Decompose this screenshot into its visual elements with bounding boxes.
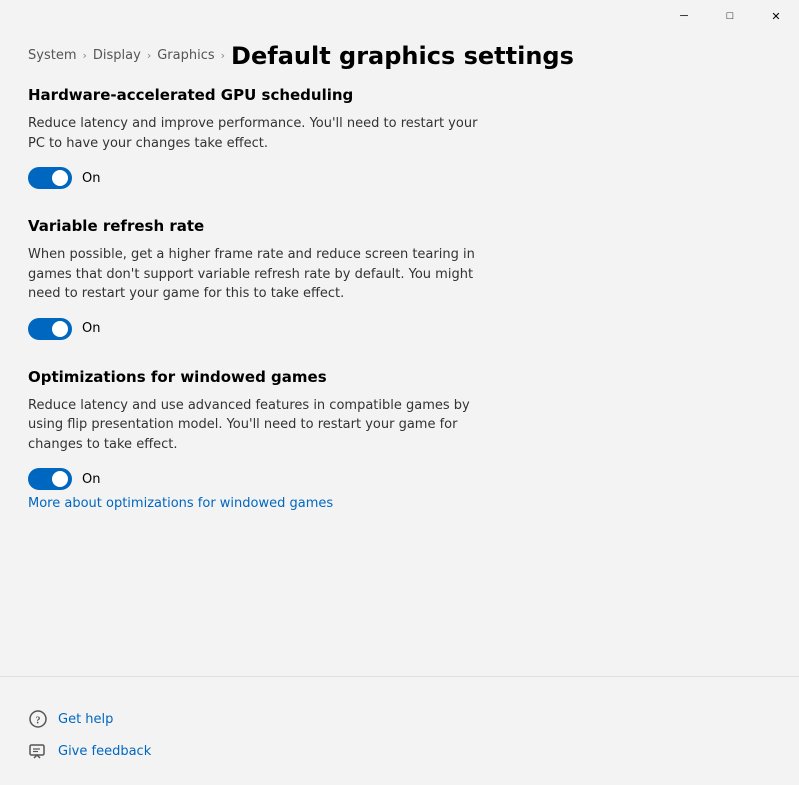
gpu-toggle-thumb: [52, 170, 68, 186]
breadcrumb-sep-1: ›: [82, 49, 86, 62]
get-help-link[interactable]: ? Get help: [28, 709, 771, 729]
close-button[interactable]: ✕: [753, 0, 799, 32]
give-feedback-label: Give feedback: [58, 744, 151, 759]
windowed-games-toggle[interactable]: [28, 468, 72, 490]
windowed-toggle-track[interactable]: [28, 468, 72, 490]
window: ─ □ ✕ System › Display › Graphics › Defa…: [0, 0, 799, 785]
gpu-scheduling-desc: Reduce latency and improve performance. …: [28, 114, 488, 153]
windowed-games-title: Optimizations for windowed games: [28, 368, 771, 386]
minimize-button[interactable]: ─: [661, 0, 707, 32]
variable-refresh-toggle-row: On: [28, 318, 771, 340]
footer: ? Get help Give feedback: [0, 693, 799, 785]
windowed-games-desc: Reduce latency and use advanced features…: [28, 396, 488, 455]
breadcrumb-system[interactable]: System: [28, 48, 76, 63]
content-area: Hardware-accelerated GPU scheduling Redu…: [0, 86, 799, 676]
title-bar: ─ □ ✕: [0, 0, 799, 32]
breadcrumb-display[interactable]: Display: [93, 48, 141, 63]
variable-refresh-section: Variable refresh rate When possible, get…: [28, 217, 771, 340]
title-bar-controls: ─ □ ✕: [661, 0, 799, 32]
breadcrumb-graphics[interactable]: Graphics: [157, 48, 214, 63]
maximize-button[interactable]: □: [707, 0, 753, 32]
gpu-toggle-label: On: [82, 171, 100, 186]
vrr-toggle-label: On: [82, 321, 100, 336]
get-help-label: Get help: [58, 712, 113, 727]
give-feedback-link[interactable]: Give feedback: [28, 741, 771, 761]
windowed-toggle-label: On: [82, 472, 100, 487]
variable-refresh-title: Variable refresh rate: [28, 217, 771, 235]
breadcrumb-sep-3: ›: [221, 49, 225, 62]
windowed-games-link[interactable]: More about optimizations for windowed ga…: [28, 496, 333, 511]
give-feedback-icon: [28, 741, 48, 761]
footer-divider: [0, 676, 799, 677]
page-title: Default graphics settings: [231, 42, 574, 70]
windowed-games-toggle-row: On: [28, 468, 771, 490]
variable-refresh-toggle[interactable]: [28, 318, 72, 340]
svg-text:?: ?: [36, 716, 41, 727]
vrr-toggle-track[interactable]: [28, 318, 72, 340]
gpu-scheduling-section: Hardware-accelerated GPU scheduling Redu…: [28, 86, 771, 189]
vrr-toggle-thumb: [52, 321, 68, 337]
variable-refresh-desc: When possible, get a higher frame rate a…: [28, 245, 488, 304]
gpu-toggle-track[interactable]: [28, 167, 72, 189]
windowed-toggle-thumb: [52, 471, 68, 487]
windowed-games-section: Optimizations for windowed games Reduce …: [28, 368, 771, 512]
gpu-scheduling-toggle-row: On: [28, 167, 771, 189]
get-help-icon: ?: [28, 709, 48, 729]
gpu-scheduling-title: Hardware-accelerated GPU scheduling: [28, 86, 771, 104]
gpu-scheduling-toggle[interactable]: [28, 167, 72, 189]
breadcrumb-sep-2: ›: [147, 49, 151, 62]
breadcrumb: System › Display › Graphics › Default gr…: [0, 32, 799, 86]
